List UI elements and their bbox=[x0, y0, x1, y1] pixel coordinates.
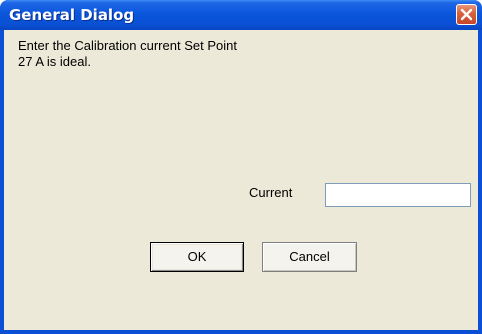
prompt-message: Enter the Calibration current Set Point … bbox=[18, 38, 237, 70]
dialog-title: General Dialog bbox=[9, 6, 135, 24]
title-bar[interactable]: General Dialog bbox=[0, 0, 482, 30]
prompt-line-2: 27 A is ideal. bbox=[18, 54, 91, 69]
ok-button[interactable]: OK bbox=[150, 242, 244, 272]
dialog-body bbox=[4, 30, 478, 330]
general-dialog-window: General Dialog Enter the Calibration cur… bbox=[0, 0, 482, 334]
close-button[interactable] bbox=[456, 4, 477, 25]
prompt-line-1: Enter the Calibration current Set Point bbox=[18, 38, 237, 53]
cancel-button[interactable]: Cancel bbox=[262, 242, 357, 272]
current-input[interactable] bbox=[325, 183, 471, 207]
current-label: Current bbox=[249, 185, 293, 200]
